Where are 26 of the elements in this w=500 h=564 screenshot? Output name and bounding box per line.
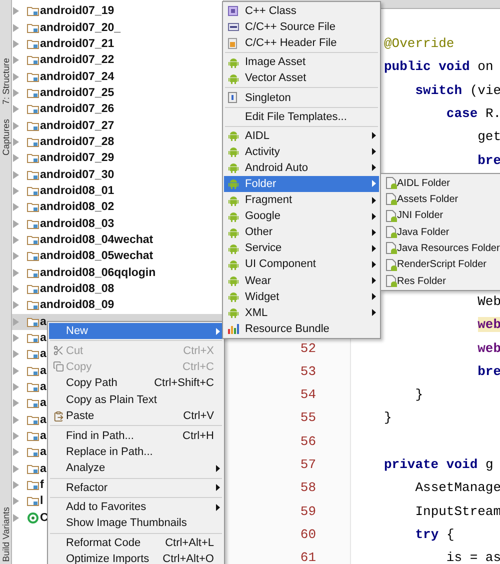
code-line: switch (vie bbox=[414, 82, 500, 98]
code-line: @Override bbox=[384, 36, 454, 52]
code-line: } bbox=[384, 410, 392, 426]
line-number: 61 bbox=[300, 550, 316, 564]
line-number: 56 bbox=[300, 434, 316, 449]
code-line: Web bbox=[476, 294, 500, 309]
code-line: } bbox=[414, 387, 424, 402]
line-number: 55 bbox=[300, 410, 316, 426]
line-number: 54 bbox=[300, 387, 316, 402]
code-line: public void on bbox=[384, 59, 494, 74]
code-line: InputStream bbox=[414, 504, 500, 519]
line-number: 60 bbox=[300, 526, 316, 542]
code-line: bre bbox=[476, 364, 500, 379]
line-number: 58 bbox=[300, 480, 316, 496]
code-line: bre bbox=[476, 152, 500, 168]
line-number: 52 bbox=[300, 340, 316, 356]
code-line: try { bbox=[414, 526, 454, 542]
code-line: private void g bbox=[384, 457, 494, 472]
line-number: 59 bbox=[300, 504, 316, 519]
line-number: 57 bbox=[300, 457, 316, 472]
code-line: case R. bbox=[445, 106, 500, 122]
code-line: web bbox=[476, 340, 500, 356]
line-number: 53 bbox=[300, 364, 316, 379]
code-line: get bbox=[476, 129, 500, 144]
code-line: is = as bbox=[445, 550, 500, 564]
code-line: AssetManage bbox=[414, 480, 500, 496]
